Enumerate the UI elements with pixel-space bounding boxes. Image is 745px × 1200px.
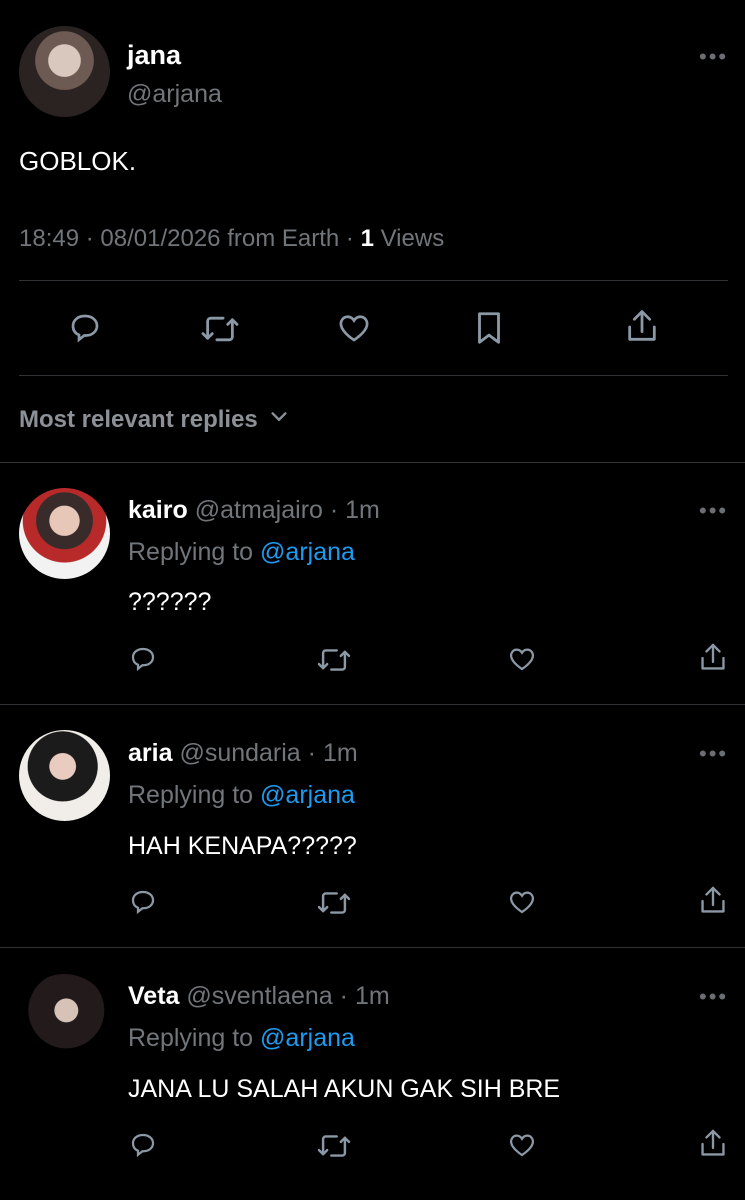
reply-author-name[interactable]: Veta <box>128 982 179 1010</box>
replying-to-handle[interactable]: @arjana <box>260 781 355 809</box>
reply-separator: · <box>329 496 339 524</box>
share-icon[interactable] <box>623 307 661 347</box>
tweet-time: 18:49 <box>19 225 80 252</box>
replying-to-label: Replying to <box>128 1024 254 1052</box>
tweet-source: from Earth <box>227 225 340 252</box>
heart-icon[interactable] <box>335 310 373 346</box>
replying-to-handle[interactable]: @arjana <box>260 1024 355 1052</box>
retweet-icon[interactable] <box>316 888 352 918</box>
reply-header: Veta @sventlaena · 1m <box>128 982 390 1011</box>
divider-actions <box>19 375 728 376</box>
reply-icon[interactable] <box>66 310 104 346</box>
divider-reply-1 <box>0 704 745 705</box>
replying-to: Replying to @arjana <box>128 1024 355 1053</box>
more-options-icon[interactable]: ••• <box>699 44 728 70</box>
reply-time[interactable]: 1m <box>323 739 358 767</box>
reply-icon[interactable] <box>127 644 159 674</box>
reply-icon[interactable] <box>127 887 159 917</box>
retweet-icon[interactable] <box>316 1131 352 1161</box>
replying-to-label: Replying to <box>128 781 254 809</box>
replying-to-label: Replying to <box>128 538 254 566</box>
reply-author-handle[interactable]: @sventlaena <box>186 982 332 1010</box>
reply-text: HAH KENAPA????? <box>128 832 357 860</box>
meta-separator-2: · <box>345 225 354 252</box>
reply-author-name[interactable]: kairo <box>128 496 188 524</box>
reply-time[interactable]: 1m <box>345 496 380 524</box>
replies-sort-label: Most relevant replies <box>19 406 258 433</box>
reply-author-handle[interactable]: @sundaria <box>179 739 300 767</box>
reply-author-handle[interactable]: @atmajairo <box>195 496 323 524</box>
tweet-text: GOBLOK. <box>19 146 137 176</box>
reply-author-name[interactable]: aria <box>128 739 172 767</box>
reply-icon[interactable] <box>127 1130 159 1160</box>
reply-header: aria @sundaria · 1m <box>128 739 358 768</box>
share-icon[interactable] <box>697 1127 729 1161</box>
replying-to-handle[interactable]: @arjana <box>260 538 355 566</box>
tweet-meta: 18:49 · 08/01/2026 from Earth · 1 Views <box>19 225 444 253</box>
author-avatar[interactable] <box>19 26 110 117</box>
reply-text: ?????? <box>128 588 212 616</box>
share-icon[interactable] <box>697 641 729 675</box>
replies-sort-dropdown[interactable]: Most relevant replies <box>19 406 290 435</box>
reply-avatar[interactable] <box>19 730 110 821</box>
heart-icon[interactable] <box>506 644 538 674</box>
reply-more-icon[interactable]: ••• <box>699 741 728 767</box>
divider-reply-2 <box>0 947 745 948</box>
retweet-icon[interactable] <box>316 645 352 675</box>
heart-icon[interactable] <box>506 1130 538 1160</box>
divider-replies <box>0 462 745 463</box>
retweet-icon[interactable] <box>199 312 241 346</box>
author-name[interactable]: jana <box>127 40 181 71</box>
views-count[interactable]: 1 <box>361 225 374 252</box>
reply-header: kairo @atmajairo · 1m <box>128 496 380 525</box>
reply-time[interactable]: 1m <box>355 982 390 1010</box>
share-icon[interactable] <box>697 884 729 918</box>
reply-avatar[interactable] <box>19 974 110 1065</box>
meta-separator: · <box>85 225 94 252</box>
reply-more-icon[interactable]: ••• <box>699 984 728 1010</box>
reply-separator: · <box>339 982 348 1010</box>
views-label[interactable]: Views <box>381 225 445 252</box>
reply-more-icon[interactable]: ••• <box>699 498 728 524</box>
replying-to: Replying to @arjana <box>128 781 355 810</box>
reply-avatar[interactable] <box>19 488 110 579</box>
bookmark-icon[interactable] <box>472 309 506 347</box>
tweet-date: 08/01/2026 <box>100 225 221 252</box>
chevron-down-icon <box>268 406 290 435</box>
reply-separator: · <box>307 739 316 767</box>
replying-to: Replying to @arjana <box>128 538 355 567</box>
reply-text: JANA LU SALAH AKUN GAK SIH BRE <box>128 1075 561 1103</box>
heart-icon[interactable] <box>506 887 538 917</box>
author-handle[interactable]: @arjana <box>127 80 222 109</box>
divider-top <box>19 280 728 281</box>
